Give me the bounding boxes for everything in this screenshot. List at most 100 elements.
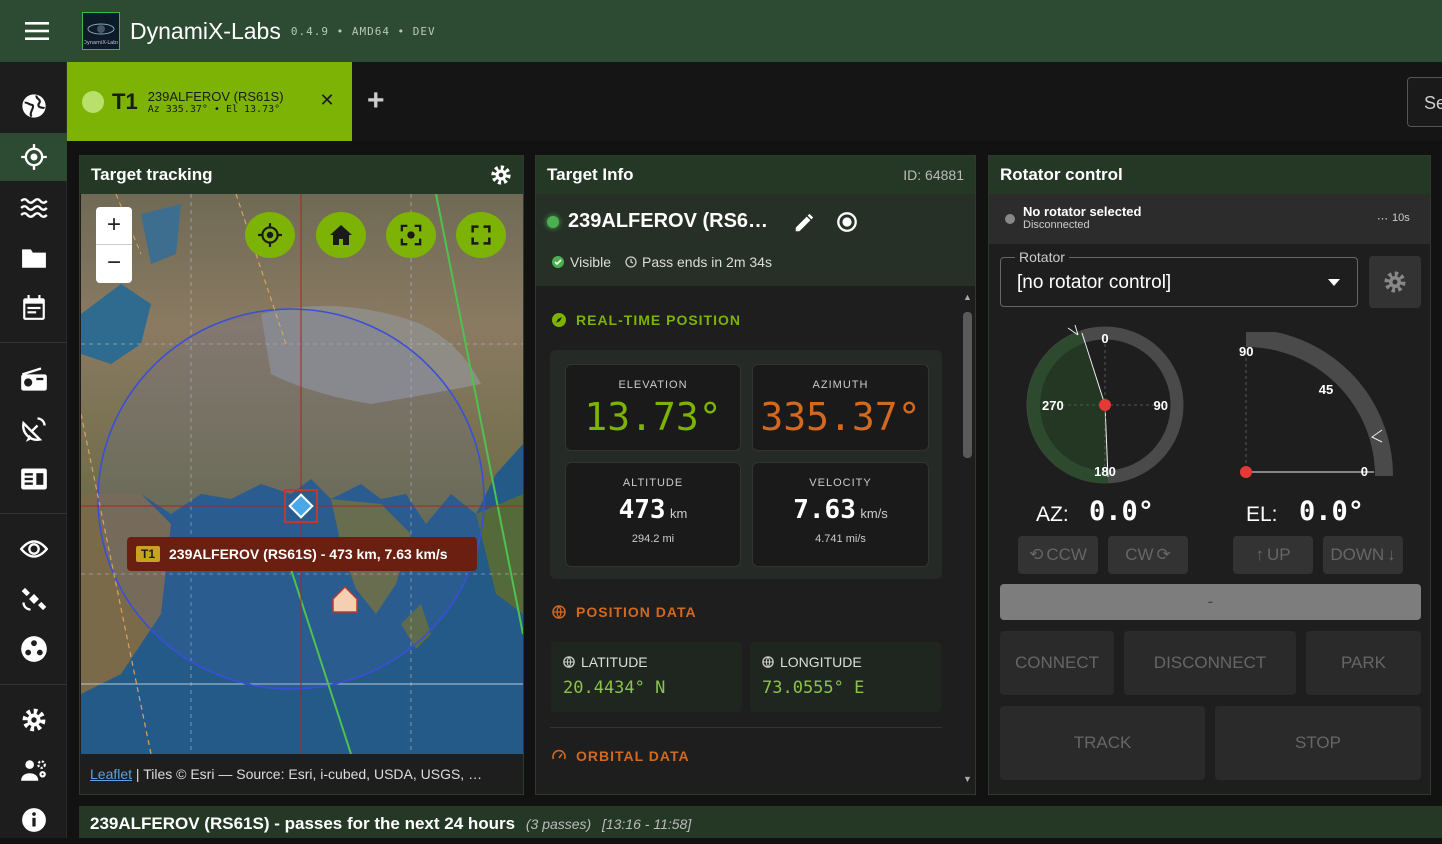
center-satellite-button[interactable] bbox=[245, 212, 295, 258]
nav-engineer[interactable] bbox=[0, 746, 67, 794]
target-icon bbox=[20, 144, 47, 170]
elevation-value: 13.73° bbox=[584, 395, 722, 439]
tab-tag: T1 bbox=[112, 88, 138, 114]
nav-tracking[interactable] bbox=[0, 133, 67, 181]
home-button[interactable] bbox=[316, 212, 366, 258]
search-field[interactable]: Se bbox=[1407, 77, 1442, 127]
engineer-icon bbox=[20, 760, 46, 781]
az-label-w: 270 bbox=[1042, 398, 1064, 413]
nav-hub[interactable] bbox=[0, 625, 67, 673]
panel-title: Rotator control bbox=[1000, 165, 1123, 184]
map-canvas[interactable] bbox=[81, 194, 523, 754]
cw-button[interactable]: CW ⟳ bbox=[1108, 536, 1188, 574]
el-label-mid: 45 bbox=[1319, 382, 1333, 397]
up-button[interactable]: ↑ UP bbox=[1233, 536, 1313, 574]
panel-title: Target Info bbox=[547, 165, 634, 184]
app-logo: DynamiX-Labs bbox=[82, 12, 120, 50]
arrow-down-icon: ↓ bbox=[1387, 545, 1396, 564]
add-tab-button[interactable]: + bbox=[367, 84, 385, 118]
position-section-title: POSITION DATA bbox=[552, 604, 697, 620]
tab-status-dot bbox=[82, 90, 104, 113]
altitude-card: ALTITUDE 473 km 294.2 mi bbox=[565, 462, 741, 567]
rotator-control-panel: Rotator control No rotator selected Disc… bbox=[988, 155, 1431, 795]
app-header: DynamiX-Labs DynamiX-Labs 0.4.9 • AMD64 … bbox=[0, 0, 1442, 62]
rotator-select-value: [no rotator control] bbox=[1017, 272, 1172, 293]
home-icon bbox=[330, 225, 352, 245]
focus-icon bbox=[400, 224, 422, 246]
globe-icon bbox=[552, 605, 566, 619]
realtime-section-title: REAL-TIME POSITION bbox=[552, 312, 741, 328]
satellite-icon bbox=[21, 587, 46, 611]
park-button[interactable]: PARK bbox=[1306, 631, 1421, 695]
id-card-icon bbox=[20, 468, 47, 490]
center-view-button[interactable] bbox=[386, 212, 436, 258]
target-tabs: T1 239ALFEROV (RS61S) Az 335.37° • El 13… bbox=[67, 62, 1442, 141]
pass-ends: Pass ends in 2m 34s bbox=[642, 254, 772, 270]
gear-icon[interactable] bbox=[490, 164, 512, 186]
zoom-out-button[interactable]: − bbox=[96, 245, 132, 283]
nav-info[interactable] bbox=[0, 796, 67, 844]
scrollbar[interactable]: ▲ ▼ bbox=[960, 286, 975, 791]
visibility-dot bbox=[547, 216, 559, 228]
settings-icon bbox=[22, 708, 45, 732]
menu-button[interactable] bbox=[0, 0, 74, 62]
el-label-top: 90 bbox=[1239, 344, 1253, 359]
attribution-text: | Tiles © Esri — Source: Esri, i-cubed, … bbox=[132, 766, 483, 782]
connect-button[interactable]: CONNECT bbox=[1000, 631, 1114, 695]
disconnect-button[interactable]: DISCONNECT bbox=[1124, 631, 1296, 695]
passes-header: 239ALFEROV (RS61S) - passes for the next… bbox=[79, 806, 1442, 838]
chevron-down-icon bbox=[1328, 279, 1340, 286]
velocity-card: VELOCITY 7.63 km/s 4.741 mi/s bbox=[752, 462, 929, 567]
ccw-button[interactable]: ⟲ CCW bbox=[1018, 536, 1098, 574]
zoom-in-button[interactable]: + bbox=[96, 207, 132, 245]
nav-waves[interactable] bbox=[0, 184, 67, 232]
el-label-bottom: 0 bbox=[1361, 464, 1368, 479]
status-title: No rotator selected bbox=[1023, 204, 1142, 219]
close-icon[interactable]: ✕ bbox=[317, 90, 337, 110]
status-subtitle: Disconnected bbox=[1023, 219, 1090, 231]
nav-settings[interactable] bbox=[0, 696, 67, 744]
longitude-card: LONGITUDE 73.0555° E bbox=[750, 642, 941, 712]
nav-dish[interactable] bbox=[0, 405, 67, 453]
rotate-cw-icon: ⟳ bbox=[1156, 545, 1171, 564]
track-button[interactable]: TRACK bbox=[1000, 706, 1205, 780]
satellite-dish-icon bbox=[21, 417, 46, 442]
folder-icon bbox=[21, 249, 46, 268]
gauge-icon bbox=[552, 749, 566, 760]
rotator-settings-button[interactable] bbox=[1369, 256, 1421, 308]
down-button[interactable]: DOWN ↓ bbox=[1323, 536, 1403, 574]
edit-icon[interactable] bbox=[793, 212, 815, 234]
info-icon bbox=[21, 808, 46, 832]
nav-satellites[interactable] bbox=[0, 575, 67, 623]
fullscreen-button[interactable] bbox=[456, 212, 506, 258]
target-tab[interactable]: T1 239ALFEROV (RS61S) Az 335.37° • El 13… bbox=[67, 62, 352, 141]
nav-radio[interactable] bbox=[0, 355, 67, 403]
target-info-scroll[interactable]: REAL-TIME POSITION ELEVATION 13.73° AZIM… bbox=[536, 286, 961, 791]
el-readout-value: 0.0° bbox=[1299, 496, 1365, 527]
clock-icon bbox=[625, 256, 637, 268]
radio-target-icon[interactable] bbox=[836, 211, 858, 233]
nav-cards[interactable] bbox=[0, 455, 67, 503]
orbital-section-title: ORBITAL DATA bbox=[552, 748, 690, 764]
passes-count: (3 passes) bbox=[525, 816, 592, 832]
stop-button[interactable]: STOP bbox=[1215, 706, 1421, 780]
tooltip-text: 239ALFEROV (RS61S) - 473 km, 7.63 km/s bbox=[169, 546, 448, 562]
azimuth-gauge: 0 90 180 270 bbox=[1026, 324, 1184, 484]
el-readout-label: EL: bbox=[1246, 503, 1278, 526]
target-name: 239ALFEROV (RS6… bbox=[568, 210, 769, 232]
app-title: DynamiX-Labs bbox=[130, 17, 281, 44]
nav-calendar[interactable] bbox=[0, 284, 67, 332]
globe-icon bbox=[21, 94, 46, 118]
target-info-panel: Target Info ID: 64881 239ALFEROV (RS6… V… bbox=[535, 155, 976, 795]
nav-observe[interactable] bbox=[0, 525, 67, 573]
crosshair-icon bbox=[258, 223, 282, 247]
nav-files[interactable] bbox=[0, 234, 67, 282]
leaflet-link[interactable]: Leaflet bbox=[90, 766, 132, 782]
az-label-n: 0 bbox=[1101, 331, 1108, 346]
rotator-select[interactable]: Rotator [no rotator control] bbox=[1000, 249, 1358, 307]
scroll-thumb[interactable] bbox=[963, 312, 972, 458]
arrow-up-icon: ↑ bbox=[1255, 545, 1264, 564]
svg-text:DynamiX-Labs: DynamiX-Labs bbox=[84, 40, 118, 46]
nav-globe[interactable] bbox=[0, 82, 67, 130]
map-view[interactable]: + − T1 239ALFEROV (RS61S) - 473 km, 7.63… bbox=[81, 194, 523, 754]
